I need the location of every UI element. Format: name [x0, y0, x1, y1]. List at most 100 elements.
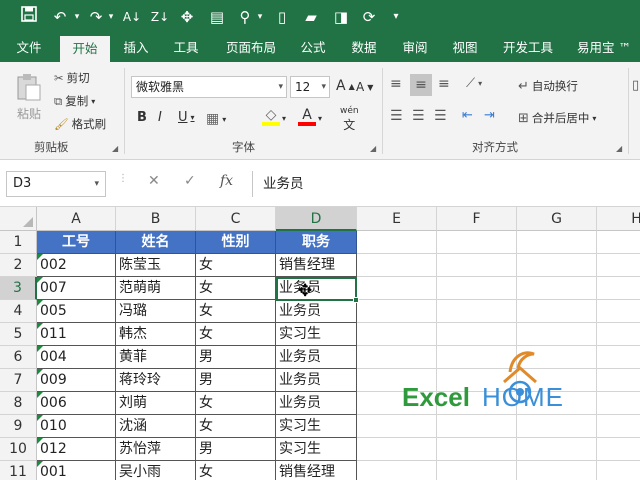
table-cell[interactable]: 男	[196, 346, 276, 369]
tab-insert[interactable]: 插入	[114, 34, 158, 62]
chevron-down-icon[interactable]: ▾	[282, 114, 286, 123]
active-cell-outline[interactable]	[276, 277, 357, 301]
table-cell[interactable]	[517, 254, 597, 277]
font-launcher-icon[interactable]: ◢	[370, 144, 376, 153]
table-cell[interactable]	[597, 392, 640, 415]
row-header-1[interactable]: 1	[0, 231, 37, 254]
table-cell[interactable]	[437, 254, 517, 277]
table-cell[interactable]: 男	[196, 369, 276, 392]
increase-indent-button[interactable]: ⇥	[484, 108, 495, 123]
table-cell[interactable]	[517, 438, 597, 461]
form-icon[interactable]: ▤	[206, 6, 228, 28]
save-icon[interactable]	[18, 6, 40, 28]
row-header-11[interactable]: 11	[0, 461, 37, 480]
select-all-button[interactable]	[0, 207, 37, 231]
tab-view[interactable]: 视图	[444, 34, 486, 62]
table-cell[interactable]	[597, 231, 640, 254]
formula-input[interactable]: 业务员	[252, 171, 640, 197]
table-cell[interactable]	[517, 323, 597, 346]
table-cell[interactable]: 女	[196, 277, 276, 300]
refresh-icon[interactable]: ⟳	[358, 6, 380, 28]
chevron-down-icon[interactable]: ▾	[592, 114, 596, 123]
cut-button[interactable]: ✂ 剪切	[54, 70, 90, 86]
table-cell[interactable]: 业务员	[276, 346, 357, 369]
underline-button[interactable]: U ▾	[178, 110, 195, 125]
table-cell[interactable]: 黄菲	[116, 346, 196, 369]
table-cell[interactable]: 苏怡萍	[116, 438, 196, 461]
undo-dropdown-icon[interactable]: ▾	[72, 6, 82, 28]
table-header-cell[interactable]: 工号	[37, 231, 116, 254]
fill-handle[interactable]	[353, 297, 359, 303]
phonetic-button[interactable]: wén 文	[340, 106, 359, 133]
align-left-button[interactable]: ☰	[390, 108, 403, 124]
row-header-5[interactable]: 5	[0, 323, 37, 346]
table-cell[interactable]	[517, 461, 597, 480]
tab-easy-tools[interactable]: 易用宝 ™	[570, 34, 638, 62]
column-header-b[interactable]: B	[116, 207, 196, 231]
clipboard-launcher-icon[interactable]: ◢	[112, 144, 118, 153]
table-cell[interactable]	[357, 415, 437, 438]
table-cell[interactable]: 005	[37, 300, 116, 323]
paste-button[interactable]: 粘贴	[12, 72, 46, 130]
freeze-icon[interactable]: ✥	[176, 6, 198, 28]
wrap-text-button[interactable]: ↵ 自动换行	[518, 78, 578, 94]
find-icon[interactable]: ⚲	[234, 6, 256, 28]
table-cell[interactable]	[517, 415, 597, 438]
table-cell[interactable]: 业务员	[276, 300, 357, 323]
column-header-a[interactable]: A	[37, 207, 116, 231]
undo-icon[interactable]: ↶	[48, 6, 72, 28]
tab-page-layout[interactable]: 页面布局	[220, 34, 282, 62]
table-cell[interactable]: 实习生	[276, 415, 357, 438]
redo-dropdown-icon[interactable]: ▾	[106, 6, 116, 28]
table-cell[interactable]: 范萌萌	[116, 277, 196, 300]
bold-button[interactable]: B	[137, 110, 147, 125]
tab-developer[interactable]: 开发工具	[496, 34, 560, 62]
font-color-button[interactable]: A	[298, 108, 316, 126]
table-cell[interactable]	[437, 277, 517, 300]
row-header-8[interactable]: 8	[0, 392, 37, 415]
tab-file[interactable]: 文件	[6, 34, 52, 62]
table-cell[interactable]: 009	[37, 369, 116, 392]
font-size-select[interactable]: 12 ▾	[290, 76, 330, 98]
copy-button[interactable]: ⧉ 复制 ▾	[54, 93, 95, 109]
table-cell[interactable]	[357, 231, 437, 254]
table-cell[interactable]: 销售经理	[276, 461, 357, 480]
chevron-down-icon[interactable]: ▾	[318, 114, 322, 123]
row-header-2[interactable]: 2	[0, 254, 37, 277]
table-cell[interactable]	[597, 415, 640, 438]
table-cell[interactable]: 002	[37, 254, 116, 277]
table-cell[interactable]: 实习生	[276, 438, 357, 461]
table-cell[interactable]: 女	[196, 392, 276, 415]
align-top-button[interactable]: ≡	[390, 76, 402, 92]
orientation-button[interactable]: ⟋ ▾	[466, 76, 482, 91]
table-cell[interactable]	[357, 300, 437, 323]
name-box[interactable]: D3 ▾	[6, 171, 106, 197]
table-cell[interactable]: 吴小雨	[116, 461, 196, 480]
table-cell[interactable]: 沈涵	[116, 415, 196, 438]
fill-color-button[interactable]: ◇	[262, 108, 280, 126]
table-cell[interactable]: 男	[196, 438, 276, 461]
table-cell[interactable]	[517, 277, 597, 300]
column-header-e[interactable]: E	[357, 207, 437, 231]
table-header-cell[interactable]: 姓名	[116, 231, 196, 254]
redo-icon[interactable]: ↷	[84, 6, 108, 28]
table-cell[interactable]	[357, 323, 437, 346]
table-cell[interactable]	[597, 277, 640, 300]
table-cell[interactable]: 刘萌	[116, 392, 196, 415]
table-cell[interactable]: 007	[37, 277, 116, 300]
border-button[interactable]: ▦ ▾	[206, 111, 226, 127]
shrink-font-button[interactable]: A ▼	[356, 80, 373, 94]
tab-home[interactable]: 开始	[60, 36, 110, 62]
table-cell[interactable]	[437, 300, 517, 323]
table-cell[interactable]	[597, 323, 640, 346]
table-cell[interactable]: 韩杰	[116, 323, 196, 346]
table-cell[interactable]: 006	[37, 392, 116, 415]
column-header-f[interactable]: F	[437, 207, 517, 231]
table-cell[interactable]	[597, 438, 640, 461]
table-cell[interactable]: 冯璐	[116, 300, 196, 323]
table-cell[interactable]	[437, 231, 517, 254]
table-cell[interactable]	[597, 461, 640, 480]
table-cell[interactable]: 女	[196, 461, 276, 480]
table-cell[interactable]	[357, 254, 437, 277]
table-cell[interactable]	[597, 369, 640, 392]
